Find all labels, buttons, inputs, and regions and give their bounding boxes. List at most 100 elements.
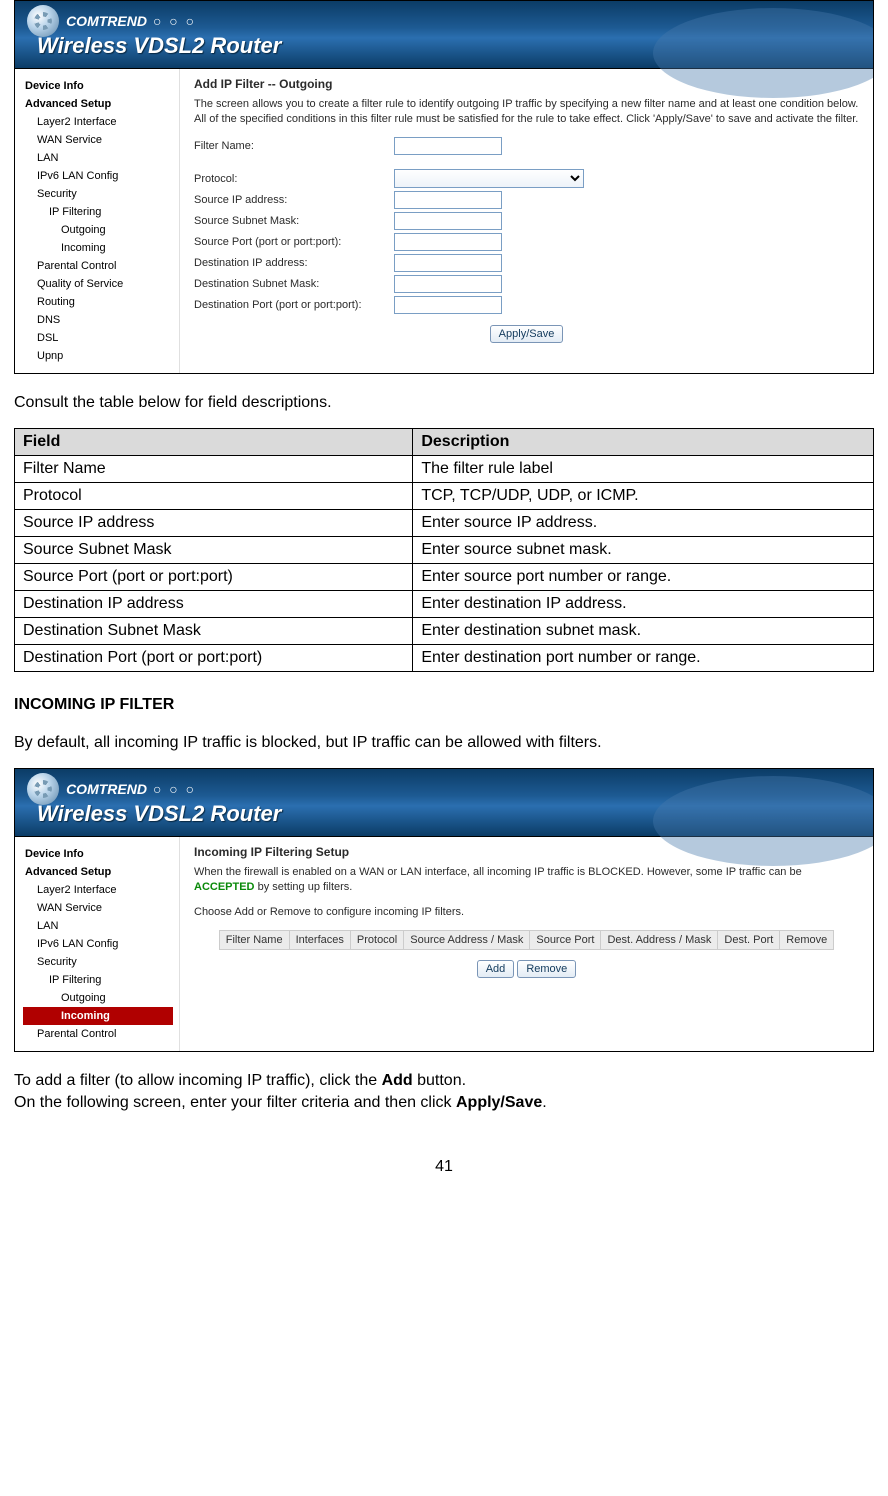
nav-pane: Device Info Advanced Setup Layer2 Interf… — [15, 69, 180, 373]
col-dst-port: Dest. Port — [718, 931, 780, 950]
nav-pane: Device Info Advanced Setup Layer2 Interf… — [15, 837, 180, 1051]
section-heading-incoming: INCOMING IP FILTER — [14, 696, 874, 714]
screenshot-incoming-ip-filter: COMTREND○ ○ ○ Wireless VDSL2 Router Devi… — [14, 768, 874, 1052]
nav-parental[interactable]: Parental Control — [23, 257, 179, 275]
page-title: Incoming IP Filtering Setup — [194, 845, 859, 859]
src-ip-input[interactable] — [394, 191, 502, 209]
nav-incoming-selected[interactable]: Incoming — [23, 1007, 173, 1025]
table-cell: Enter destination IP address. — [413, 591, 874, 618]
table-cell: TCP, TCP/UDP, UDP, or ICMP. — [413, 483, 874, 510]
dots-icon: ○ ○ ○ — [153, 13, 196, 29]
nav-ipv6-lan[interactable]: IPv6 LAN Config — [23, 935, 179, 953]
nav-advanced-setup[interactable]: Advanced Setup — [23, 95, 179, 113]
nav-outgoing[interactable]: Outgoing — [23, 989, 179, 1007]
label-dst-ip: Destination IP address: — [194, 257, 394, 269]
th-desc: Description — [413, 429, 874, 456]
router-header: COMTREND○ ○ ○ Wireless VDSL2 Router — [15, 1, 873, 69]
table-cell: Enter source subnet mask. — [413, 537, 874, 564]
table-cell: Destination Subnet Mask — [15, 618, 413, 645]
src-mask-input[interactable] — [394, 212, 502, 230]
product-name: Wireless VDSL2 Router — [27, 801, 861, 827]
nav-lan[interactable]: LAN — [23, 149, 179, 167]
col-filter-name: Filter Name — [219, 931, 289, 950]
nav-wan-service[interactable]: WAN Service — [23, 899, 179, 917]
product-name: Wireless VDSL2 Router — [27, 33, 861, 59]
nav-lan[interactable]: LAN — [23, 917, 179, 935]
nav-security[interactable]: Security — [23, 953, 179, 971]
table-cell: The filter rule label — [413, 456, 874, 483]
table-cell: Filter Name — [15, 456, 413, 483]
label-protocol: Protocol: — [194, 173, 394, 185]
label-dst-port: Destination Port (port or port:port): — [194, 299, 394, 311]
nav-dsl[interactable]: DSL — [23, 329, 179, 347]
col-src-port: Source Port — [530, 931, 601, 950]
table-cell: Enter source IP address. — [413, 510, 874, 537]
brand-name: COMTREND○ ○ ○ — [66, 13, 196, 29]
nav-ip-filtering[interactable]: IP Filtering — [23, 203, 179, 221]
table-lead-text: Consult the table below for field descri… — [14, 392, 874, 414]
page-title: Add IP Filter -- Outgoing — [194, 77, 859, 91]
table-cell: Enter source port number or range. — [413, 564, 874, 591]
table-cell: Source Subnet Mask — [15, 537, 413, 564]
nav-incoming[interactable]: Incoming — [23, 239, 179, 257]
bold-add: Add — [382, 1072, 413, 1089]
after-shot-text-1: To add a filter (to allow incoming IP tr… — [14, 1070, 874, 1092]
nav-outgoing[interactable]: Outgoing — [23, 221, 179, 239]
dst-port-input[interactable] — [394, 296, 502, 314]
col-remove: Remove — [780, 931, 834, 950]
after-shot-text-2: On the following screen, enter your filt… — [14, 1092, 874, 1114]
col-dst-addr: Dest. Address / Mask — [601, 931, 718, 950]
filter-name-input[interactable] — [394, 137, 502, 155]
nav-ipv6-lan[interactable]: IPv6 LAN Config — [23, 167, 179, 185]
add-button[interactable]: Add — [477, 960, 515, 978]
intro-text: The screen allows you to create a filter… — [194, 97, 859, 127]
table-cell: Destination IP address — [15, 591, 413, 618]
table-cell: Destination Port (port or port:port) — [15, 645, 413, 672]
table-cell: Source IP address — [15, 510, 413, 537]
nav-advanced-setup[interactable]: Advanced Setup — [23, 863, 179, 881]
nav-layer2[interactable]: Layer2 Interface — [23, 881, 179, 899]
brand-name: COMTREND○ ○ ○ — [66, 781, 196, 797]
accepted-text: ACCEPTED — [194, 881, 255, 893]
table-cell: Enter destination subnet mask. — [413, 618, 874, 645]
nav-upnp[interactable]: Upnp — [23, 347, 179, 365]
apply-save-button[interactable]: Apply/Save — [490, 325, 564, 343]
label-src-port: Source Port (port or port:port): — [194, 236, 394, 248]
dst-mask-input[interactable] — [394, 275, 502, 293]
nav-qos[interactable]: Quality of Service — [23, 275, 179, 293]
label-src-ip: Source IP address: — [194, 194, 394, 206]
nav-routing[interactable]: Routing — [23, 293, 179, 311]
col-interfaces: Interfaces — [289, 931, 350, 950]
table-cell: Enter destination port number or range. — [413, 645, 874, 672]
nav-ip-filtering[interactable]: IP Filtering — [23, 971, 179, 989]
nav-dns[interactable]: DNS — [23, 311, 179, 329]
nav-wan-service[interactable]: WAN Service — [23, 131, 179, 149]
protocol-select[interactable] — [394, 169, 584, 188]
col-protocol: Protocol — [350, 931, 403, 950]
nav-device-info[interactable]: Device Info — [23, 845, 179, 863]
field-description-table: Field Description Filter NameThe filter … — [14, 428, 874, 672]
label-dst-mask: Destination Subnet Mask: — [194, 278, 394, 290]
incoming-intro-text: By default, all incoming IP traffic is b… — [14, 732, 874, 754]
choose-text: Choose Add or Remove to configure incomi… — [194, 905, 859, 920]
content-pane: Incoming IP Filtering Setup When the fir… — [180, 837, 873, 1051]
nav-security[interactable]: Security — [23, 185, 179, 203]
nav-parental[interactable]: Parental Control — [23, 1025, 179, 1043]
content-pane: Add IP Filter -- Outgoing The screen all… — [180, 69, 873, 373]
bold-apply-save: Apply/Save — [456, 1094, 542, 1111]
dst-ip-input[interactable] — [394, 254, 502, 272]
nav-layer2[interactable]: Layer2 Interface — [23, 113, 179, 131]
router-header: COMTREND○ ○ ○ Wireless VDSL2 Router — [15, 769, 873, 837]
label-src-mask: Source Subnet Mask: — [194, 215, 394, 227]
th-field: Field — [15, 429, 413, 456]
page-number: 41 — [14, 1128, 874, 1190]
remove-button[interactable]: Remove — [517, 960, 576, 978]
label-filter-name: Filter Name: — [194, 140, 394, 152]
intro-text: When the firewall is enabled on a WAN or… — [194, 865, 859, 895]
src-port-input[interactable] — [394, 233, 502, 251]
table-cell: Protocol — [15, 483, 413, 510]
screenshot-add-ip-filter-outgoing: COMTREND○ ○ ○ Wireless VDSL2 Router Devi… — [14, 0, 874, 374]
col-src-addr: Source Address / Mask — [404, 931, 530, 950]
table-cell: Source Port (port or port:port) — [15, 564, 413, 591]
nav-device-info[interactable]: Device Info — [23, 77, 179, 95]
